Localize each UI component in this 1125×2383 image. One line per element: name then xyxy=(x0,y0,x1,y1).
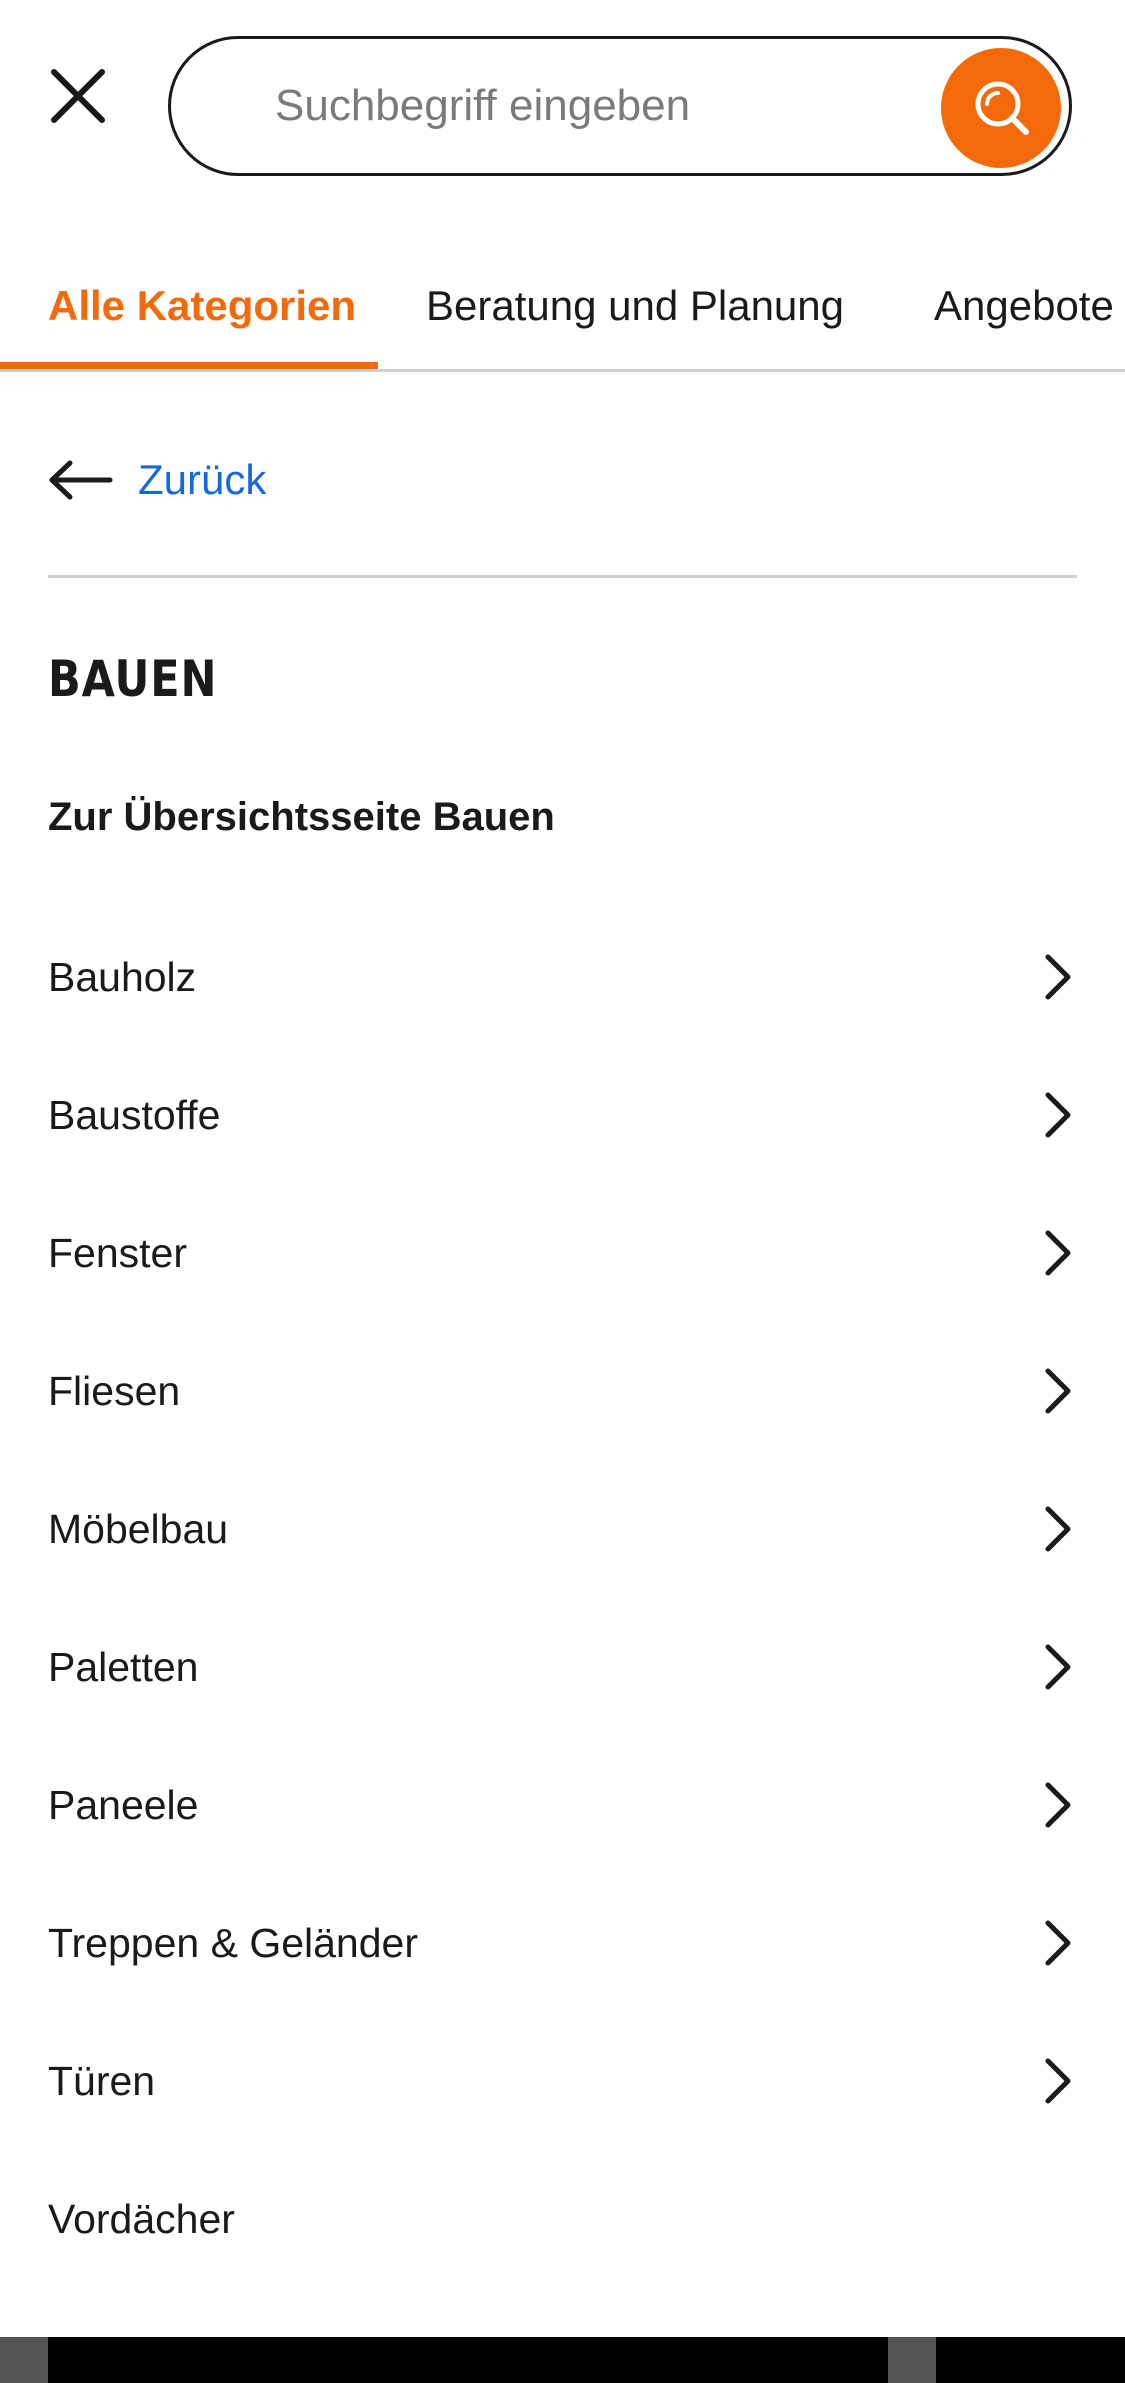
chevron-right-icon xyxy=(1045,1092,1071,1138)
header xyxy=(0,0,1125,215)
category-label: Türen xyxy=(48,2058,156,2104)
category-list: Bauholz Baustoffe Fenster Fliesen Möbelb… xyxy=(0,908,1125,2288)
chevron-right-icon xyxy=(1045,1368,1071,1414)
category-tabs: Alle Kategorien Beratung und Planung Ang… xyxy=(0,262,1125,372)
arrow-left-icon xyxy=(49,460,113,500)
chevron-right-icon xyxy=(1045,1782,1071,1828)
chevron-right-icon xyxy=(1045,1644,1071,1690)
category-label: Bauholz xyxy=(48,954,197,1000)
category-item-fliesen[interactable]: Fliesen xyxy=(0,1322,1125,1460)
back-label: Zurück xyxy=(138,456,267,503)
back-button[interactable]: Zurück xyxy=(48,440,266,520)
search-box xyxy=(168,36,1072,176)
chevron-right-icon xyxy=(1045,2058,1071,2104)
category-item-tueren[interactable]: Türen xyxy=(0,2012,1125,2150)
category-label: Fenster xyxy=(48,1230,187,1276)
tab-alle-kategorien[interactable]: Alle Kategorien xyxy=(48,262,356,369)
category-label: Treppen & Geländer xyxy=(48,1920,418,1966)
divider xyxy=(48,575,1077,578)
active-tab-indicator xyxy=(0,362,378,369)
close-icon xyxy=(51,69,105,123)
category-item-vordaecher[interactable]: Vordächer xyxy=(0,2150,1125,2288)
category-item-moebelbau[interactable]: Möbelbau xyxy=(0,1460,1125,1598)
category-item-treppen-gelaender[interactable]: Treppen & Geländer xyxy=(0,1874,1125,2012)
bottom-bar xyxy=(0,2337,1125,2383)
chevron-right-icon xyxy=(1045,1506,1071,1552)
category-label: Baustoffe xyxy=(48,1092,221,1138)
category-label: Vordächer xyxy=(48,2196,235,2242)
bottom-bar-segment xyxy=(0,2337,48,2383)
category-item-bauholz[interactable]: Bauholz xyxy=(0,908,1125,1046)
tab-beratung-und-planung[interactable]: Beratung und Planung xyxy=(426,262,844,369)
close-button[interactable] xyxy=(42,60,114,132)
category-item-baustoffe[interactable]: Baustoffe xyxy=(0,1046,1125,1184)
overview-link[interactable]: Zur Übersichtsseite Bauen xyxy=(48,795,555,840)
section-title: BAUEN xyxy=(48,650,218,708)
category-label: Paletten xyxy=(48,1644,199,1690)
category-item-paneele[interactable]: Paneele xyxy=(0,1736,1125,1874)
chevron-right-icon xyxy=(1045,954,1071,1000)
search-input[interactable] xyxy=(273,80,897,132)
chevron-right-icon xyxy=(1045,1230,1071,1276)
category-label: Möbelbau xyxy=(48,1506,229,1552)
tab-angebote[interactable]: Angebote xyxy=(934,262,1114,369)
chevron-right-icon xyxy=(1045,1920,1071,1966)
search-button[interactable] xyxy=(941,48,1061,168)
category-item-paletten[interactable]: Paletten xyxy=(0,1598,1125,1736)
search-icon xyxy=(975,81,1029,135)
category-label: Paneele xyxy=(48,1782,199,1828)
category-item-fenster[interactable]: Fenster xyxy=(0,1184,1125,1322)
bottom-bar-segment xyxy=(888,2337,936,2383)
category-label: Fliesen xyxy=(48,1368,181,1414)
